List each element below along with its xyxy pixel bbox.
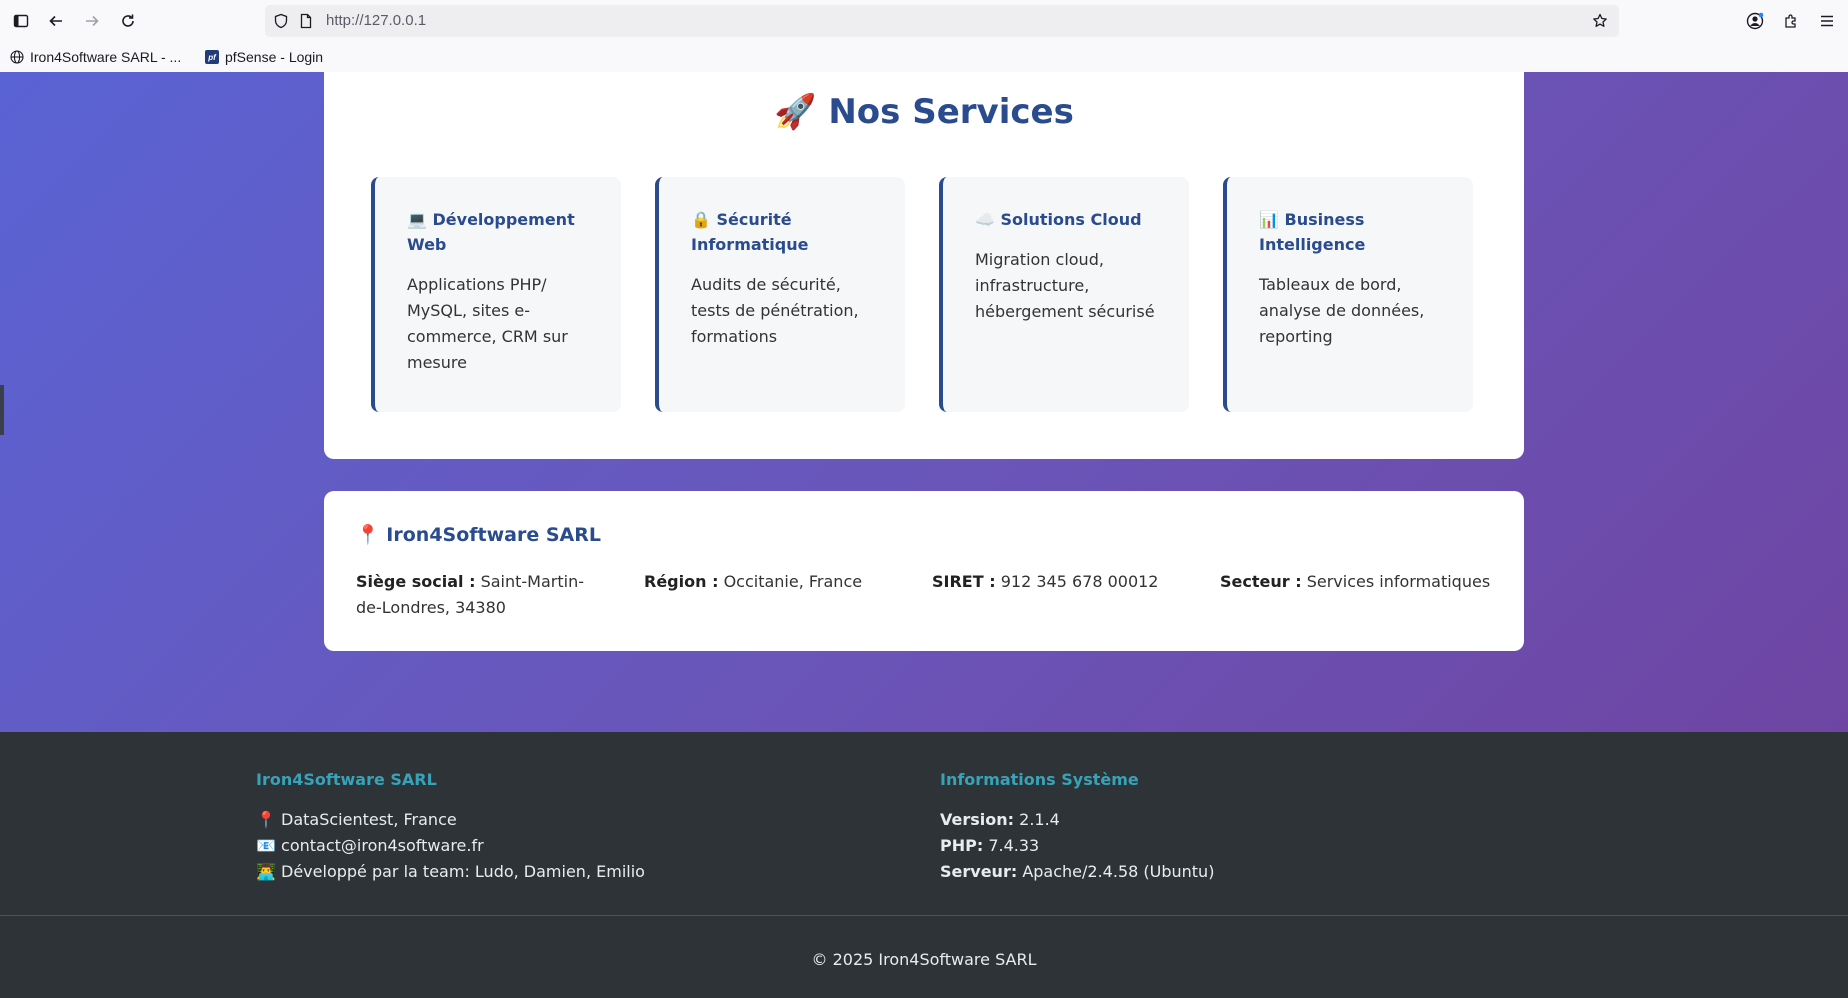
footer-team: 👨‍💻 Développé par la team: Ludo, Damien,…: [256, 859, 645, 885]
service-card-security: 🔒 Sécurité Informatique Audits de sécuri…: [655, 177, 905, 412]
info-sector: Secteur : Services informatiques: [1220, 569, 1510, 595]
service-description: Tableaux de bord, analyse de données, re…: [1259, 275, 1425, 346]
pfsense-logo-icon: pf: [205, 50, 219, 64]
service-card-cloud: ☁️ Solutions Cloud Migration cloud, infr…: [939, 177, 1189, 412]
bookmark-label: pfSense - Login: [225, 49, 324, 65]
bookmarks-bar: Iron4Software SARL - ... pf pfSense - Lo…: [0, 42, 1848, 73]
footer-heading: Informations Système: [940, 770, 1139, 789]
info-headquarters: Siège social : Saint-Martin-de-Londres, …: [356, 569, 596, 621]
footer-system-column: Informations Système Version: 2.1.4 PHP:…: [940, 767, 1214, 885]
info-region: Région : Occitanie, France: [644, 569, 884, 595]
service-card-bi: 📊 Business Intelligence Tableaux de bord…: [1223, 177, 1473, 412]
bar-chart-icon: 📊: [1259, 210, 1279, 229]
forward-arrow-icon[interactable]: [78, 7, 106, 35]
footer-value: Apache/2.4.58 (Ubuntu): [1022, 862, 1215, 881]
services-heading: 🚀 Nos Services: [324, 92, 1524, 132]
footer-text: DataScientest, France: [281, 810, 457, 829]
info-siret: SIRET : 912 345 678 00012: [932, 569, 1172, 595]
lock-icon: 🔒: [691, 210, 711, 229]
footer-text: Développé par la team: Ludo, Damien, Emi…: [281, 862, 645, 881]
company-info-card: 📍 Iron4Software SARL Siège social : Sain…: [324, 491, 1524, 651]
browser-toolbar: http://127.0.0.1: [0, 0, 1848, 42]
info-label: Siège social :: [356, 572, 476, 591]
extensions-icon[interactable]: [1777, 7, 1805, 35]
bookmark-label: Iron4Software SARL - ...: [30, 49, 182, 65]
footer-label: Serveur:: [940, 862, 1018, 881]
shield-icon[interactable]: [273, 13, 289, 33]
footer-php: PHP: 7.4.33: [940, 833, 1214, 859]
service-card-web: 💻 Développement Web Applications PHP/ My…: [371, 177, 621, 412]
footer-heading: Iron4Software SARL: [256, 770, 437, 789]
page-background: 🚀 Nos Services 💻 Développement Web Appli…: [0, 72, 1848, 732]
service-description: Migration cloud, infrastructure, héberge…: [975, 250, 1155, 321]
page-icon[interactable]: [298, 13, 314, 33]
info-value: Occitanie, France: [723, 572, 863, 591]
account-icon[interactable]: [1741, 7, 1769, 35]
back-arrow-icon[interactable]: [42, 7, 70, 35]
service-title: ☁️ Solutions Cloud: [975, 207, 1163, 232]
reload-icon[interactable]: [114, 7, 142, 35]
footer-value: 2.1.4: [1019, 810, 1060, 829]
info-value: Services informatiques: [1306, 572, 1491, 591]
service-title: 🔒 Sécurité Informatique: [691, 207, 879, 257]
footer-label: PHP:: [940, 836, 984, 855]
service-title: 💻 Développement Web: [407, 207, 595, 257]
sidebar-toggle-icon[interactable]: [7, 7, 35, 35]
services-title: Nos Services: [828, 92, 1074, 132]
footer-email: 📧 contact@iron4software.fr: [256, 833, 645, 859]
footer-version: Version: 2.1.4: [940, 807, 1214, 833]
info-label: Secteur :: [1220, 572, 1302, 591]
url-text[interactable]: http://127.0.0.1: [326, 5, 426, 37]
footer-label: Version:: [940, 810, 1015, 829]
info-label: SIRET :: [932, 572, 996, 591]
rocket-icon: 🚀: [774, 92, 817, 132]
footer-location: 📍 DataScientest, France: [256, 807, 645, 833]
site-footer: Iron4Software SARL 📍 DataScientest, Fran…: [0, 732, 1848, 998]
laptop-icon: 💻: [407, 210, 427, 229]
footer-value: 7.4.33: [988, 836, 1040, 855]
address-bar[interactable]: http://127.0.0.1: [265, 5, 1619, 37]
pfsense-badge: pf: [205, 50, 219, 64]
pin-icon: 📍: [256, 810, 276, 829]
service-description: Audits de sécurité, tests de pénétration…: [691, 275, 859, 346]
globe-icon: [10, 50, 24, 64]
bookmark-star-icon[interactable]: [1592, 13, 1608, 33]
services-card: 🚀 Nos Services 💻 Développement Web Appli…: [324, 72, 1524, 459]
info-value: 912 345 678 00012: [1000, 572, 1159, 591]
info-label: Région :: [644, 572, 719, 591]
service-description: Applications PHP/ MySQL, sites e-commerc…: [407, 275, 568, 372]
copyright-text: © 2025 Iron4Software SARL: [811, 950, 1037, 969]
pin-icon: 📍: [356, 524, 380, 546]
menu-icon[interactable]: [1813, 7, 1841, 35]
company-heading: 📍 Iron4Software SARL: [356, 523, 601, 546]
service-title: 📊 Business Intelligence: [1259, 207, 1447, 257]
developer-icon: 👨‍💻: [256, 862, 276, 881]
service-title-text: Solutions Cloud: [1000, 210, 1142, 229]
footer-text: contact@iron4software.fr: [281, 836, 484, 855]
footer-divider: [0, 915, 1848, 916]
bookmark-item-pfsense[interactable]: pf pfSense - Login: [205, 42, 323, 72]
footer-server: Serveur: Apache/2.4.58 (Ubuntu): [940, 859, 1214, 885]
service-title-text: Développement Web: [407, 210, 575, 254]
company-title: Iron4Software SARL: [386, 524, 601, 546]
side-handle[interactable]: [0, 385, 4, 435]
email-icon: 📧: [256, 836, 276, 855]
cloud-icon: ☁️: [975, 210, 995, 229]
bookmark-item-iron4software[interactable]: Iron4Software SARL - ...: [10, 42, 181, 72]
footer-company-column: Iron4Software SARL 📍 DataScientest, Fran…: [256, 767, 645, 885]
